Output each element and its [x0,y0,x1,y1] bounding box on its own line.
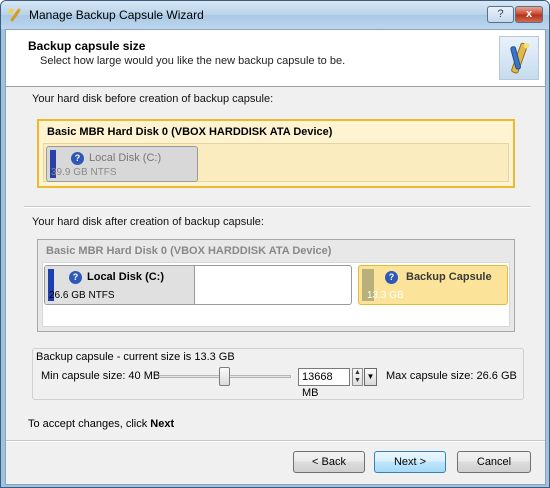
max-size-label: Max capsule size: 26.6 GB [386,370,517,382]
question-icon: ? [69,271,82,284]
after-label: Your hard disk after creation of backup … [32,216,264,228]
partition-after-name: Local Disk (C:) [87,271,165,283]
capsule-size-input[interactable]: 13668 MB [298,368,350,399]
close-button[interactable]: x [515,6,543,23]
accept-prefix: To accept changes, click [28,418,151,430]
unit-dropdown-chevron-down-icon[interactable]: ▼ [364,368,377,386]
cancel-button[interactable]: Cancel [457,451,531,473]
help-button[interactable]: ? [487,6,514,23]
partition-after-c[interactable]: ? Local Disk (C:) 26.6 GB NTFS [44,265,352,305]
disk-after-title: Basic MBR Hard Disk 0 (VBOX HARDDISK ATA… [46,245,332,257]
page-title: Backup capsule size [28,39,146,53]
wizard-client: Backup capsule size Select how large wou… [5,29,546,485]
wizard-window: Manage Backup Capsule Wizard ? x Backup … [0,0,550,488]
size-spinner[interactable]: ▲ ▼ [352,368,363,386]
question-icon: ? [385,271,398,284]
partition-backup-capsule[interactable]: ? Backup Capsule 13.3 GB [358,265,508,305]
disk-before[interactable]: Basic MBR Hard Disk 0 (VBOX HARDDISK ATA… [37,119,515,188]
page-subtitle: Select how large would you like the new … [40,55,346,67]
title-bar: Manage Backup Capsule Wizard ? x [1,1,549,29]
wizard-wand-icon [8,8,21,22]
capsule-name: Backup Capsule [406,271,492,283]
wizard-header: Backup capsule size Select how large wou… [6,30,545,87]
question-icon: ? [71,152,84,165]
back-button[interactable]: < Back [293,451,365,473]
separator [24,206,531,208]
disk-before-body: ? Local Disk (C:) 39.9 GB NTFS [43,143,509,182]
disk-after-body: ? Local Disk (C:) 26.6 GB NTFS ? Backup … [42,262,510,327]
partition-before-c[interactable]: ? Local Disk (C:) 39.9 GB NTFS [46,146,198,182]
accept-next-word: Next [150,418,175,430]
footer-separator [6,440,545,442]
before-label: Your hard disk before creation of backup… [32,93,274,105]
accept-instruction: To accept changes, click Next [28,418,174,430]
capsule-logo-icon [499,36,539,80]
next-button[interactable]: Next > [374,451,446,473]
disk-before-title: Basic MBR Hard Disk 0 (VBOX HARDDISK ATA… [47,126,333,138]
disk-after: Basic MBR Hard Disk 0 (VBOX HARDDISK ATA… [37,239,515,332]
capsule-slider-thumb[interactable] [219,367,230,386]
partition-before-size: 39.9 GB NTFS [51,167,117,178]
partition-after-size: 26.6 GB NTFS [49,290,115,301]
min-size-label: Min capsule size: 40 MB [41,370,161,382]
partition-before-name: Local Disk (C:) [89,152,162,164]
capsule-group-title: Backup capsule - current size is 13.3 GB [36,351,237,363]
capsule-size: 13.3 GB [367,290,404,301]
window-title: Manage Backup Capsule Wizard [29,8,204,22]
